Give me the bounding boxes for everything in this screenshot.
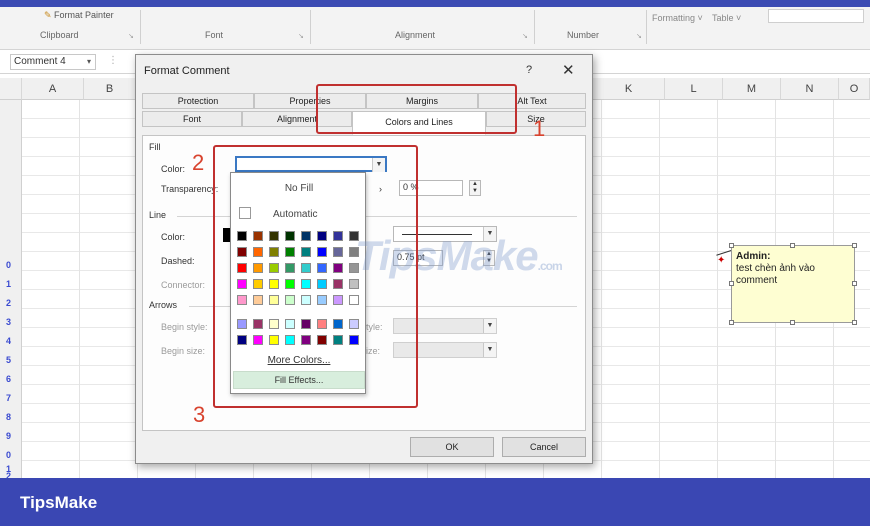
select-all-corner[interactable] xyxy=(0,78,22,100)
resize-handle[interactable] xyxy=(729,320,734,325)
alignment-group-label: Alignment xyxy=(395,30,436,40)
tab-protection[interactable]: Protection xyxy=(142,93,254,109)
row-header[interactable]: 1 xyxy=(6,279,11,289)
annotation-number-1: 1 xyxy=(533,116,546,141)
font-group-label: Font xyxy=(205,30,224,40)
annotation-box-palette xyxy=(213,145,418,408)
cancel-button[interactable]: Cancel xyxy=(502,437,586,457)
begin-size-label: Begin size: xyxy=(161,346,206,356)
chevron-down-icon[interactable]: ▼ xyxy=(483,343,496,357)
footer-brand: TipsMake xyxy=(20,493,98,512)
dashed-label: Dashed: xyxy=(161,256,195,266)
number-group-label: Number xyxy=(567,30,600,40)
transparency-label: Transparency: xyxy=(161,184,219,194)
resize-handle[interactable] xyxy=(852,243,857,248)
row-header[interactable]: 6 xyxy=(6,374,11,384)
annotation-number-3: 3 xyxy=(193,402,206,427)
comment-author: Admin: xyxy=(736,251,771,262)
cell-styles-gallery[interactable] xyxy=(768,9,864,23)
row-header[interactable]: 8 xyxy=(6,412,11,422)
conditional-formatting-button[interactable]: Formatting ˅ xyxy=(652,13,703,23)
connector-label: Connector: xyxy=(161,280,206,290)
row-header[interactable]: 2 xyxy=(6,298,11,308)
fill-color-label: Color: xyxy=(161,164,186,174)
comment-indicator-icon: ✦ xyxy=(717,255,726,266)
name-box[interactable]: Comment 4 ▾ xyxy=(10,54,96,70)
more-options-icon[interactable]: ⋮ xyxy=(108,55,118,66)
paintbrush-icon: ✎ xyxy=(44,10,55,20)
resize-handle[interactable] xyxy=(790,320,795,325)
chevron-down-icon[interactable]: ▾ xyxy=(87,55,91,69)
help-button[interactable]: ? xyxy=(526,64,532,76)
alignment-launcher-icon[interactable]: ↘ xyxy=(522,32,528,40)
column-header-m[interactable]: M xyxy=(723,78,781,100)
ribbon-top-bar xyxy=(0,0,870,7)
row-header[interactable]: 0 xyxy=(6,260,11,270)
column-header-o[interactable]: O xyxy=(839,78,870,100)
resize-handle[interactable] xyxy=(852,320,857,325)
row-header[interactable]: 7 xyxy=(6,393,11,403)
comment-text: test chèn ảnh vào comment xyxy=(736,263,815,286)
ribbon-separator xyxy=(140,10,141,44)
clipboard-launcher-icon[interactable]: ↘ xyxy=(128,32,134,40)
fill-section-label: Fill xyxy=(149,142,161,152)
resize-handle[interactable] xyxy=(852,281,857,286)
column-header-l[interactable]: L xyxy=(665,78,723,100)
number-launcher-icon[interactable]: ↘ xyxy=(636,32,642,40)
close-icon[interactable]: ✕ xyxy=(562,61,575,79)
ribbon: ✎ Format Painter Clipboard ↘ Font ↘ Alig… xyxy=(0,0,870,50)
resize-handle[interactable] xyxy=(729,281,734,286)
resize-handle[interactable] xyxy=(729,243,734,248)
row-header[interactable]: 9 xyxy=(6,431,11,441)
tab-font[interactable]: Font xyxy=(142,111,242,127)
annotation-box-tab xyxy=(316,84,517,134)
font-launcher-icon[interactable]: ↘ xyxy=(298,32,304,40)
row-headers: 0 1 2 3 4 5 6 7 8 9 0 1 2 xyxy=(0,100,22,481)
ribbon-separator xyxy=(534,10,535,44)
footer-bar: TipsMake xyxy=(0,478,870,526)
ribbon-separator xyxy=(646,10,647,44)
column-header-a[interactable]: A xyxy=(22,78,84,100)
arrows-section-label: Arrows xyxy=(149,300,178,310)
line-color-label: Color: xyxy=(161,232,186,242)
clipboard-group-label: Clipboard xyxy=(40,30,79,40)
annotation-number-2: 2 xyxy=(192,150,205,175)
format-painter-button[interactable]: ✎ Format Painter xyxy=(44,10,114,21)
resize-handle[interactable] xyxy=(790,243,795,248)
column-header-k[interactable]: K xyxy=(593,78,665,100)
row-header[interactable]: 5 xyxy=(6,355,11,365)
chevron-down-icon[interactable]: ▼ xyxy=(483,319,496,333)
column-header-b[interactable]: B xyxy=(84,78,136,100)
line-section-label: Line xyxy=(149,210,167,220)
ribbon-separator xyxy=(310,10,311,44)
ok-button[interactable]: OK xyxy=(410,437,494,457)
dialog-title: Format Comment xyxy=(144,65,230,77)
row-header[interactable]: 3 xyxy=(6,317,11,327)
column-header-n[interactable]: N xyxy=(781,78,839,100)
row-header[interactable]: 0 xyxy=(6,450,11,460)
transparency-spinner[interactable]: ▲ ▼ xyxy=(469,180,481,196)
format-as-table-button[interactable]: Table ˅ xyxy=(712,13,741,23)
cell-comment-box[interactable]: Admin: test chèn ảnh vào comment xyxy=(729,243,857,325)
row-header[interactable]: 4 xyxy=(6,336,11,346)
begin-style-label: Begin style: xyxy=(161,322,208,332)
